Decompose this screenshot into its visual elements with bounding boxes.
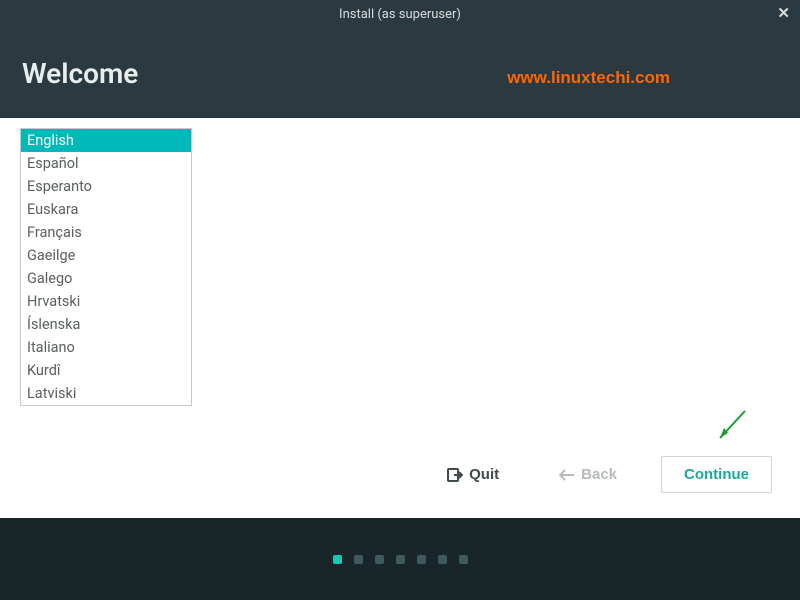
language-option[interactable]: English [21, 129, 191, 152]
language-option[interactable]: Latviski [21, 382, 191, 405]
window-title: Install (as superuser) [339, 7, 461, 22]
page-title: Welcome [22, 57, 138, 90]
language-option[interactable]: Íslenska [21, 313, 191, 336]
button-row: Quit Back Continue [431, 456, 772, 493]
language-option[interactable]: Français [21, 221, 191, 244]
back-arrow-icon [559, 468, 575, 482]
language-option[interactable]: Kurdî [21, 359, 191, 382]
language-option[interactable]: Gaeilge [21, 244, 191, 267]
language-option[interactable]: Italiano [21, 336, 191, 359]
progress-footer [0, 518, 800, 600]
watermark-text: www.linuxtechi.com [507, 68, 670, 88]
quit-icon [447, 467, 463, 483]
quit-label: Quit [469, 466, 499, 483]
quit-button[interactable]: Quit [431, 457, 515, 492]
progress-dot [375, 555, 384, 564]
progress-dot [459, 555, 468, 564]
language-option[interactable]: Galego [21, 267, 191, 290]
continue-label: Continue [684, 466, 749, 483]
continue-button[interactable]: Continue [661, 456, 772, 493]
language-option[interactable]: Esperanto [21, 175, 191, 198]
arrow-annotation-icon [710, 406, 750, 450]
language-list[interactable]: EnglishEspañolEsperantoEuskaraFrançaisGa… [20, 128, 192, 406]
close-icon[interactable]: ✕ [777, 4, 790, 22]
progress-dot [438, 555, 447, 564]
progress-dot [396, 555, 405, 564]
progress-dot [333, 555, 342, 564]
progress-dot [354, 555, 363, 564]
language-option[interactable]: Hrvatski [21, 290, 191, 313]
titlebar: Install (as superuser) ✕ [0, 0, 800, 28]
content-area: EnglishEspañolEsperantoEuskaraFrançaisGa… [0, 118, 800, 518]
back-label: Back [581, 466, 617, 483]
progress-dot [417, 555, 426, 564]
language-option[interactable]: Euskara [21, 198, 191, 221]
back-button: Back [543, 457, 633, 492]
language-option[interactable]: Español [21, 152, 191, 175]
header: Welcome www.linuxtechi.com [0, 28, 800, 118]
